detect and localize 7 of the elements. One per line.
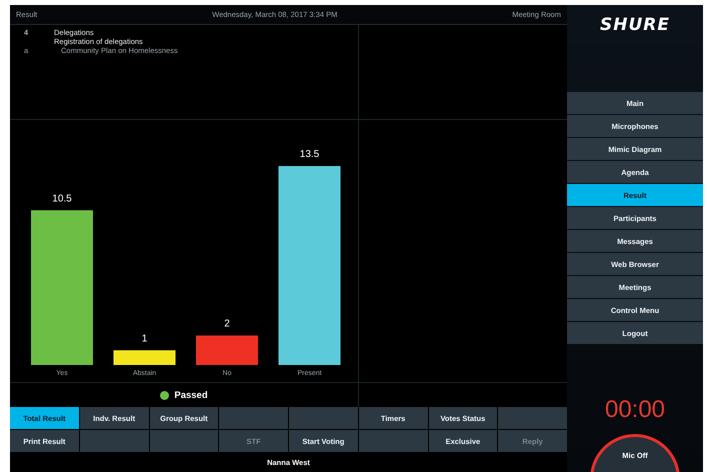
value-label: 10.5	[52, 193, 72, 204]
timer: 00:00	[604, 396, 666, 424]
result-status: Passed	[174, 390, 208, 400]
value-label: 2	[224, 318, 230, 330]
value-label: 1	[142, 333, 148, 344]
value-label: 13.5	[300, 149, 320, 160]
brand-logo: SHURE	[600, 15, 670, 35]
